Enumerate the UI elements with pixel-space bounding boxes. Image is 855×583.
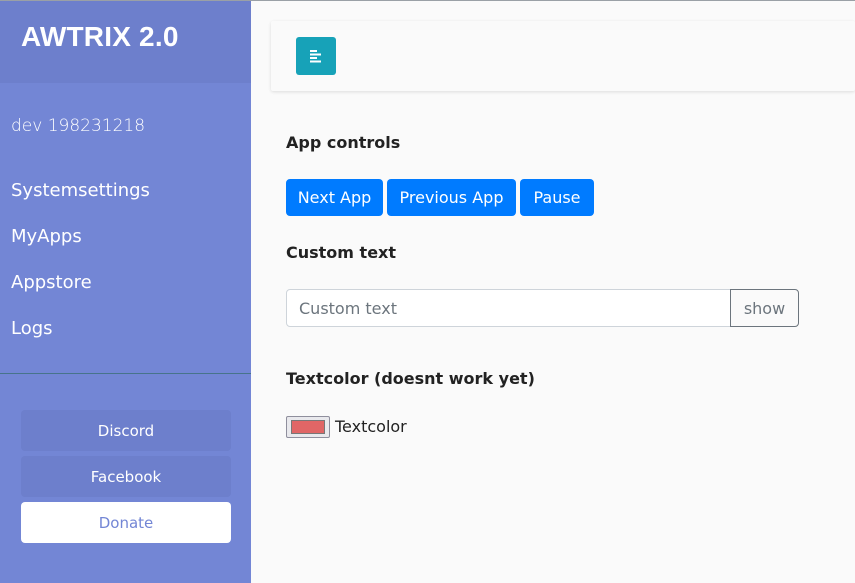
align-left-icon: [310, 50, 321, 63]
donate-button[interactable]: Donate: [21, 502, 231, 543]
next-app-button[interactable]: Next App: [286, 179, 383, 216]
sidebar-divider: [0, 373, 251, 374]
textcolor-title: Textcolor (doesnt work yet): [286, 369, 535, 388]
textcolor-picker[interactable]: [286, 416, 330, 438]
device-name: dev 198231218: [11, 116, 146, 136]
custom-text-title: Custom text: [286, 243, 397, 262]
top-navbar: [271, 21, 855, 91]
sidebar-item-logs[interactable]: Logs: [0, 309, 251, 355]
previous-app-button[interactable]: Previous App: [387, 179, 516, 216]
sidebar-item-myapps[interactable]: MyApps: [0, 217, 251, 263]
app-controls-title: App controls: [286, 133, 401, 152]
sidebar-item-systemsettings[interactable]: Systemsettings: [0, 171, 251, 217]
pause-button[interactable]: Pause: [520, 179, 594, 216]
discord-button[interactable]: Discord: [21, 410, 231, 451]
textcolor-label: Textcolor: [335, 417, 407, 436]
color-swatch-fill: [291, 420, 325, 434]
sidebar-nav: Systemsettings MyApps Appstore Logs: [0, 171, 251, 355]
main-content: App controls Next App Previous App Pause…: [251, 1, 855, 583]
sidebar-toggle-button[interactable]: [296, 37, 336, 75]
brand-title: AWTRIX 2.0: [21, 21, 179, 52]
show-button[interactable]: show: [730, 289, 799, 327]
facebook-button[interactable]: Facebook: [21, 456, 231, 497]
sidebar-header: AWTRIX 2.0: [0, 1, 251, 83]
sidebar: AWTRIX 2.0 dev 198231218 Systemsettings …: [0, 1, 251, 583]
custom-text-input[interactable]: [286, 289, 731, 327]
sidebar-item-appstore[interactable]: Appstore: [0, 263, 251, 309]
